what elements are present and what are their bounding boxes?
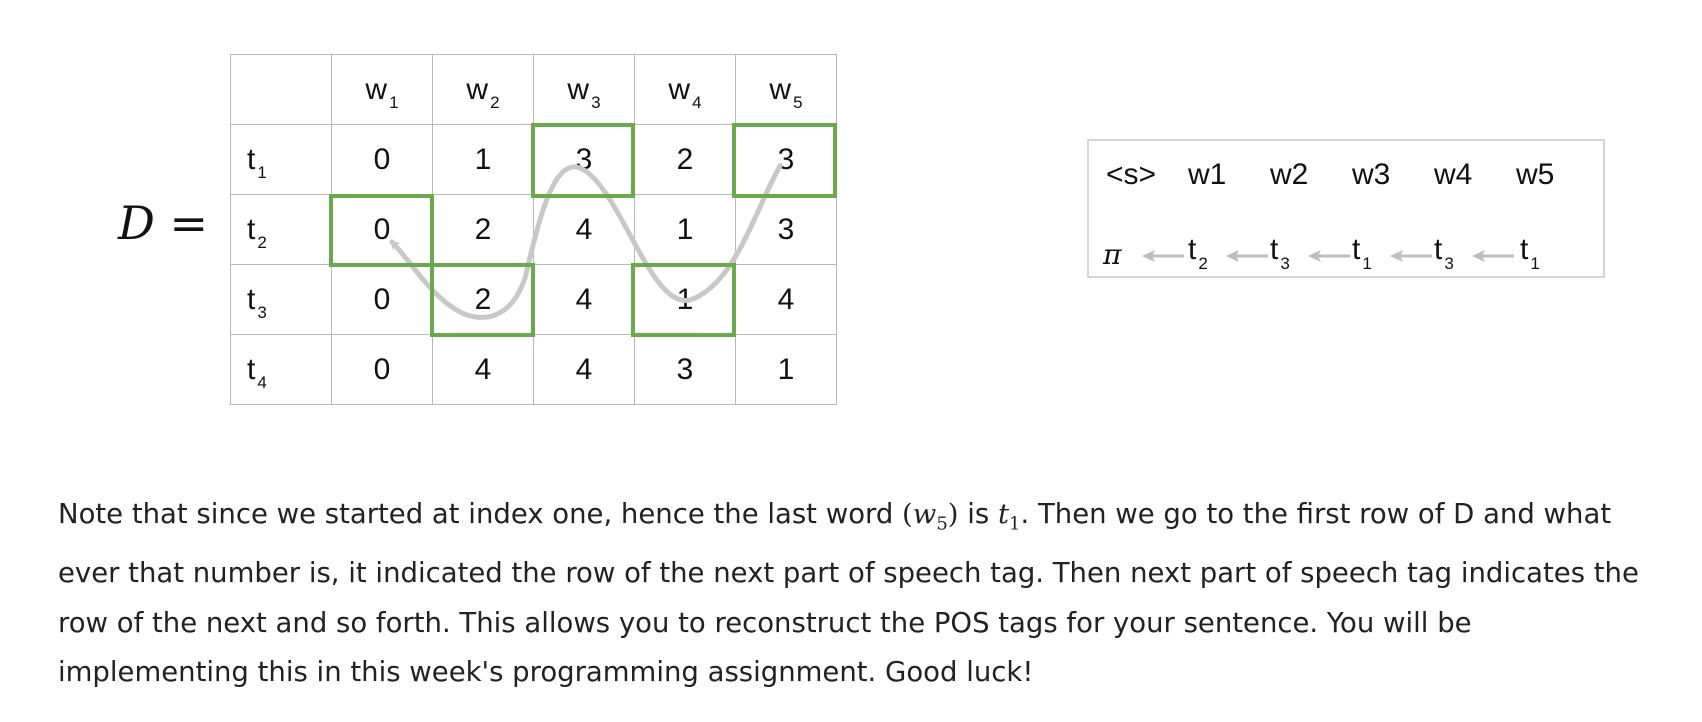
- note-text: Note that since we started at index one,…: [58, 498, 903, 530]
- left-arrow-icon: [1308, 250, 1350, 262]
- math-w5: (w5): [902, 498, 959, 535]
- backtrace-word: w5: [1516, 158, 1555, 191]
- highlight-box: [732, 123, 837, 198]
- backtrace-tag: t3: [1434, 233, 1454, 273]
- math-t1: t1: [997, 498, 1021, 535]
- highlight-box: [329, 194, 434, 267]
- backtrace-path: [389, 163, 783, 320]
- backtrace-tag: t3: [1270, 233, 1290, 273]
- left-arrow-icon: [1390, 250, 1432, 262]
- left-arrow-icon: [1472, 250, 1514, 262]
- left-arrow-icon: [1142, 250, 1184, 262]
- left-arrow-icon: [1226, 250, 1268, 262]
- backtrace-word: w4: [1434, 158, 1473, 191]
- backtrace-word: w2: [1270, 158, 1309, 191]
- explanation-paragraph: Note that since we started at index one,…: [58, 490, 1658, 698]
- backtrace-tag: t1: [1520, 233, 1540, 273]
- note-text: is: [958, 498, 998, 530]
- highlight-box: [430, 263, 535, 337]
- pi-symbol: π: [1103, 238, 1122, 271]
- backtrace-word: w1: [1188, 158, 1227, 191]
- backtrace-tag: t2: [1188, 233, 1208, 273]
- backtrace-word: <s>: [1106, 158, 1157, 191]
- highlight-box: [531, 123, 635, 198]
- backtrace-word: w3: [1352, 158, 1391, 191]
- backtrace-tag: t1: [1352, 233, 1372, 273]
